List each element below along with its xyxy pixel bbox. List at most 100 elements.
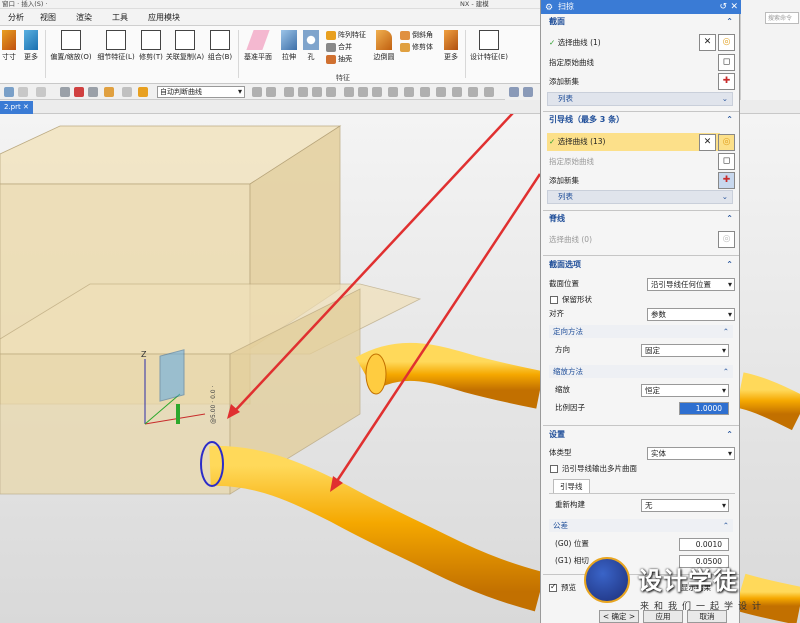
snap-pole-icon[interactable] bbox=[452, 87, 462, 97]
menu-tab-render[interactable]: 渲染 bbox=[72, 9, 96, 26]
scale-factor-input[interactable]: 1.0000 bbox=[679, 402, 729, 415]
render-style-icon[interactable] bbox=[523, 87, 533, 97]
snap-plus-icon[interactable] bbox=[436, 87, 446, 97]
section-select-curve[interactable]: ✓ 选择曲线 (1) bbox=[549, 36, 601, 50]
snap-face-icon[interactable] bbox=[420, 87, 430, 97]
shell-button[interactable]: 抽壳 bbox=[326, 54, 352, 65]
menu-icon[interactable] bbox=[4, 87, 14, 97]
search-input[interactable]: 搜索命令 bbox=[765, 12, 799, 24]
tab-guide[interactable]: 引导线 bbox=[553, 479, 590, 493]
guide-add-set-button[interactable]: ✚ bbox=[718, 172, 735, 189]
snap-circle-icon[interactable] bbox=[404, 87, 414, 97]
more-button-2[interactable]: 更多 bbox=[440, 30, 462, 62]
settings-header[interactable]: 设置 ⌃ bbox=[543, 428, 739, 442]
file-tab[interactable]: 2.prt ✕ bbox=[0, 101, 33, 114]
curve-icon[interactable] bbox=[88, 87, 98, 97]
rebuild-select[interactable]: 无 bbox=[641, 499, 729, 512]
scaling-select[interactable]: 恒定 bbox=[641, 384, 729, 397]
preserve-shape-label: 保留形状 bbox=[562, 295, 592, 304]
snap-existing-icon[interactable] bbox=[372, 87, 382, 97]
snap-arc-icon[interactable] bbox=[326, 87, 336, 97]
reverse-direction-button[interactable]: ✕ bbox=[699, 34, 716, 51]
snap-midpoint-icon[interactable] bbox=[266, 87, 276, 97]
g0-input[interactable]: 0.0010 bbox=[679, 538, 729, 551]
dialog-title-bar[interactable]: ⚙ 扫掠 ↺ ✕ bbox=[541, 0, 741, 14]
graphics-viewport[interactable]: Z @5.00 · 0.0 · bbox=[0, 114, 540, 623]
multi-face-checkbox[interactable] bbox=[550, 465, 558, 473]
offset-scale-button[interactable]: 偏置/缩放(O) bbox=[48, 30, 94, 62]
extrude-button[interactable]: 拉伸 bbox=[278, 30, 300, 62]
detail-feature-button[interactable]: 细节特征(L) bbox=[96, 30, 136, 62]
guide-reverse-button[interactable]: ✕ bbox=[699, 134, 716, 151]
unite-button[interactable]: 合并 bbox=[326, 42, 352, 53]
design-feature-button[interactable]: 设计特征(E) bbox=[468, 30, 510, 62]
snap-node-icon[interactable] bbox=[484, 87, 494, 97]
section-header[interactable]: 截面 ⌃ bbox=[543, 15, 739, 29]
spine-curve-select-button[interactable]: ◎ bbox=[718, 231, 735, 248]
snap-line-icon[interactable] bbox=[312, 87, 322, 97]
body-icon[interactable] bbox=[122, 87, 132, 97]
guide-select-curve[interactable]: ✓ 选择曲线 (13) bbox=[549, 135, 605, 149]
menu-tab-tools[interactable]: 工具 bbox=[108, 9, 132, 26]
graphics-viewport-right[interactable] bbox=[740, 114, 800, 623]
orientation-label: 方向 bbox=[555, 345, 570, 354]
filter-icon[interactable] bbox=[18, 87, 28, 97]
section-list-bar[interactable]: 列表 ⌄ bbox=[547, 92, 733, 106]
menu-tab-application[interactable]: 应用模块 bbox=[144, 9, 184, 26]
section-specify-origin[interactable]: 指定原始曲线 bbox=[549, 56, 594, 70]
curve-select-button[interactable]: ◎ bbox=[718, 34, 735, 51]
section-position-select[interactable]: 沿引导线任何位置 bbox=[647, 278, 735, 291]
edge-blend-button[interactable]: 边倒圆 bbox=[370, 30, 398, 62]
snap-center-icon[interactable] bbox=[284, 87, 294, 97]
view-orient-icon[interactable] bbox=[509, 87, 519, 97]
orientation-select[interactable]: 固定 bbox=[641, 344, 729, 357]
dimension-button[interactable]: 寸寸 bbox=[0, 30, 18, 62]
tolerance-subheader[interactable]: 公差 ⌃ bbox=[549, 519, 733, 532]
more-button-1[interactable]: 更多 bbox=[20, 30, 42, 62]
curve-rule-select[interactable]: 自动判断曲线 bbox=[157, 86, 245, 98]
feature-icon[interactable] bbox=[138, 87, 148, 97]
origin-curve-button[interactable]: ◻ bbox=[718, 54, 735, 71]
chamfer-button[interactable]: 倒斜角 bbox=[400, 30, 433, 41]
scaling-subheader[interactable]: 缩放方法 ⌃ bbox=[549, 365, 733, 378]
guide-add-new-set[interactable]: 添加新集 bbox=[549, 174, 579, 188]
snap-endpoint-icon[interactable] bbox=[252, 87, 262, 97]
guide-curve-select-button[interactable]: ◎ bbox=[718, 134, 735, 151]
point-icon[interactable] bbox=[74, 87, 84, 97]
guide-specify-origin[interactable]: 指定原始曲线 bbox=[549, 155, 594, 169]
section-add-new-set[interactable]: 添加新集 bbox=[549, 75, 579, 89]
snap-intersect-icon[interactable] bbox=[358, 87, 368, 97]
close-icon[interactable]: ✕ bbox=[23, 103, 29, 111]
orientation-subheader[interactable]: 定向方法 ⌃ bbox=[549, 325, 733, 338]
body-type-select[interactable]: 实体 bbox=[647, 447, 735, 460]
align-select[interactable]: 参数 bbox=[647, 308, 735, 321]
section-options-header[interactable]: 截面选项 ⌃ bbox=[543, 258, 739, 272]
hole-button[interactable]: 孔 bbox=[300, 30, 322, 62]
face-icon[interactable] bbox=[104, 87, 114, 97]
select-icon[interactable] bbox=[36, 87, 46, 97]
assoc-copy-button[interactable]: 关联复制(A) bbox=[164, 30, 206, 62]
snap-quadrant-icon[interactable] bbox=[344, 87, 354, 97]
combine-button[interactable]: 组合(B) bbox=[206, 30, 234, 62]
pattern-feature-button[interactable]: 阵列特征 bbox=[326, 30, 366, 41]
add-set-button[interactable]: ✚ bbox=[718, 73, 735, 90]
snap-icon[interactable] bbox=[60, 87, 70, 97]
preserve-shape-checkbox[interactable] bbox=[550, 296, 558, 304]
trim-body-button[interactable]: 修剪体 bbox=[400, 42, 433, 53]
spine-header[interactable]: 脊线 ⌃ bbox=[543, 212, 739, 226]
guide-origin-button[interactable]: ◻ bbox=[718, 153, 735, 170]
menu-tab-view[interactable]: 视图 bbox=[36, 9, 60, 26]
guide-header[interactable]: 引导线（最多 3 条） ⌃ bbox=[543, 113, 739, 127]
guide-list-bar[interactable]: 列表 ⌄ bbox=[547, 190, 733, 204]
snap-point-on-curve-icon[interactable] bbox=[388, 87, 398, 97]
reset-icon[interactable]: ↺ bbox=[719, 0, 727, 14]
close-icon[interactable]: ✕ bbox=[730, 0, 738, 14]
datum-plane-button[interactable]: 基准平面 bbox=[240, 30, 276, 62]
menu-tab-analysis[interactable]: 分析 bbox=[4, 9, 28, 26]
snap-tangent-icon[interactable] bbox=[298, 87, 308, 97]
gear-icon[interactable]: ⚙ bbox=[545, 1, 553, 15]
trim-button[interactable]: 修剪(T) bbox=[138, 30, 164, 62]
snap-bounded-icon[interactable] bbox=[468, 87, 478, 97]
preview-checkbox[interactable] bbox=[549, 582, 557, 592]
spine-select-curve[interactable]: 选择曲线 (0) bbox=[549, 233, 592, 247]
